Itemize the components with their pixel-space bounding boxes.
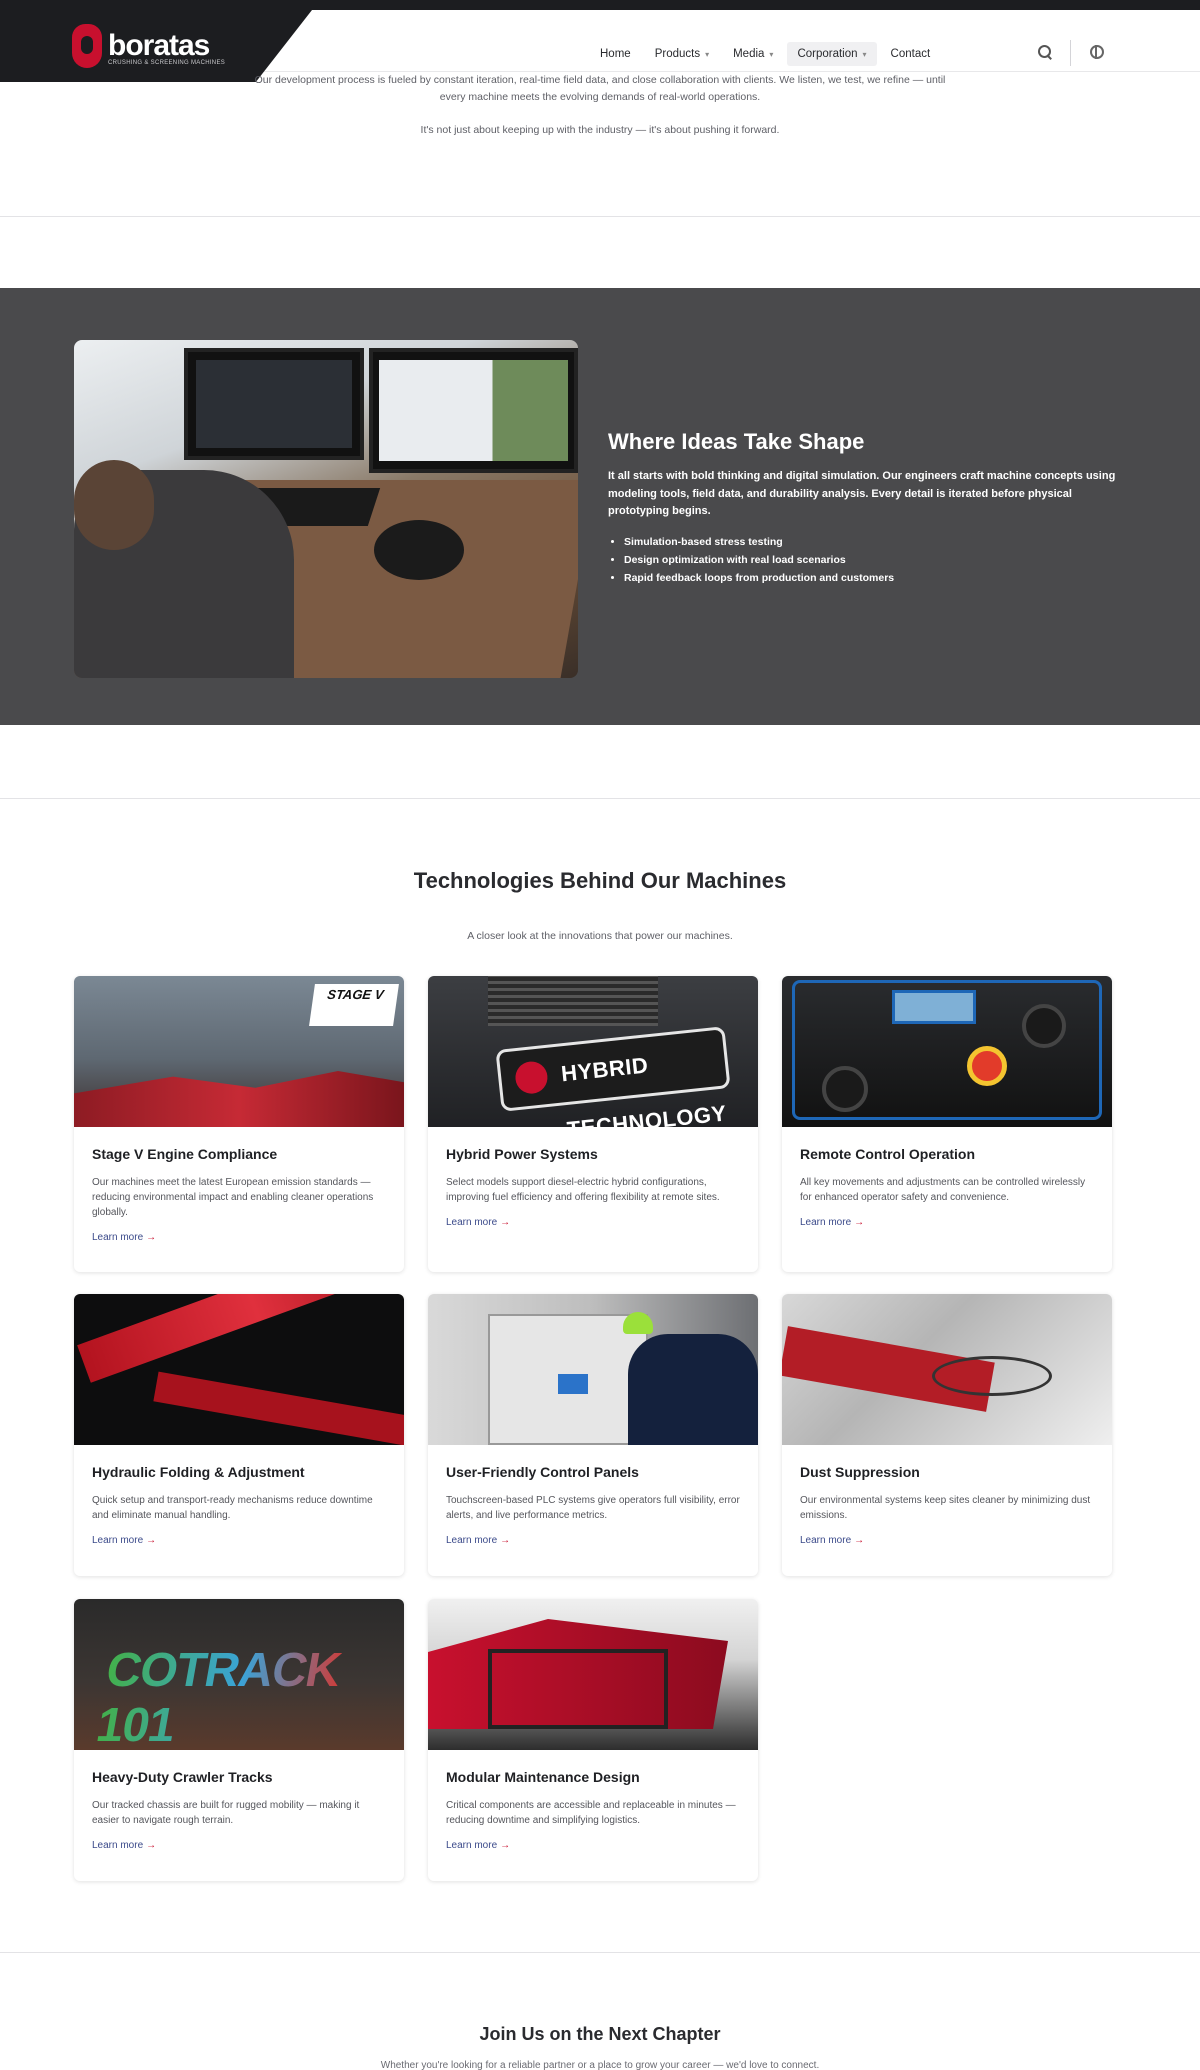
- globe-icon[interactable]: [1088, 43, 1106, 61]
- tech-card-control-panels[interactable]: User-Friendly Control Panels Touchscreen…: [428, 1294, 758, 1576]
- card-title: Modular Maintenance Design: [446, 1769, 640, 1785]
- nav-contact[interactable]: Contact: [881, 42, 941, 66]
- brand-name: boratas: [108, 29, 210, 62]
- learn-more-link[interactable]: Learn more →: [92, 1840, 386, 1851]
- arrow-right-icon: →: [854, 1217, 865, 1228]
- brand-tagline: CRUSHING & SCREENING MACHINES: [108, 60, 226, 66]
- hydraulic-folding-image: [74, 1294, 404, 1445]
- card-title: Dust Suppression: [800, 1464, 920, 1480]
- tech-card-hybrid[interactable]: HYBRID TECHNOLOGY Hybrid Power Systems S…: [428, 976, 758, 1272]
- chevron-down-icon: ▾: [769, 49, 774, 59]
- stage-v-badge: STAGE V: [309, 984, 399, 1026]
- card-description: All key movements and adjustments can be…: [800, 1177, 1086, 1203]
- tech-card-stage-v[interactable]: STAGE V Stage V Engine Compliance Our ma…: [74, 976, 404, 1272]
- search-icon[interactable]: [1036, 43, 1054, 61]
- list-item: Design optimization with real load scena…: [624, 551, 1128, 569]
- feature-band: Where Ideas Take Shape It all starts wit…: [0, 288, 1200, 725]
- chevron-down-icon: ▾: [862, 49, 867, 59]
- card-description: Our tracked chassis are built for rugged…: [92, 1800, 360, 1826]
- intro-tagline: It's not just about keeping up with the …: [420, 124, 780, 136]
- nav-media[interactable]: Media ▾: [723, 42, 783, 66]
- nav-label: Media: [733, 48, 765, 60]
- engineer-workstation-image: [74, 340, 578, 678]
- section-divider: [0, 216, 1200, 217]
- tech-card-tracks[interactable]: COTRACK 101 Heavy-Duty Crawler Tracks Ou…: [74, 1599, 404, 1881]
- learn-more-link[interactable]: Learn more →: [446, 1535, 740, 1546]
- card-title: Stage V Engine Compliance: [92, 1146, 278, 1162]
- card-description: Our machines meet the latest European em…: [92, 1177, 374, 1218]
- arrow-right-icon: →: [146, 1535, 157, 1546]
- card-title: Remote Control Operation: [800, 1146, 976, 1162]
- list-item: Rapid feedback loops from production and…: [624, 569, 1128, 587]
- card-title: User-Friendly Control Panels: [446, 1464, 639, 1480]
- logo-mark-icon: [72, 24, 102, 68]
- feature-list: Simulation-based stress testing Design o…: [608, 533, 1128, 587]
- cotrack-badge: COTRACK 101: [92, 1643, 404, 1750]
- feature-text: Where Ideas Take Shape It all starts wit…: [608, 428, 1128, 587]
- learn-more-link[interactable]: Learn more →: [800, 1217, 1094, 1228]
- control-panel-image: [428, 1294, 758, 1445]
- section-divider: [0, 1952, 1200, 1953]
- nav-label: Products: [654, 48, 701, 60]
- learn-more-link[interactable]: Learn more →: [92, 1535, 386, 1546]
- intro-section: Our development process is fueled by con…: [0, 72, 1200, 139]
- nav-label: Contact: [890, 48, 931, 60]
- nav-label: Home: [600, 48, 631, 60]
- arrow-right-icon: →: [854, 1535, 865, 1546]
- top-strip: [0, 0, 1200, 10]
- learn-more-link[interactable]: Learn more →: [446, 1840, 740, 1851]
- card-title: Heavy-Duty Crawler Tracks: [92, 1769, 273, 1785]
- nav-products[interactable]: Products ▾: [645, 42, 719, 66]
- list-item: Simulation-based stress testing: [624, 533, 1128, 551]
- hybrid-technology-image: HYBRID TECHNOLOGY: [428, 976, 758, 1127]
- card-description: Our environmental systems keep sites cle…: [800, 1495, 1091, 1521]
- arrow-right-icon: →: [500, 1217, 511, 1228]
- tech-card-dust[interactable]: Dust Suppression Our environmental syste…: [782, 1294, 1112, 1576]
- card-description: Critical components are accessible and r…: [446, 1800, 736, 1826]
- intro-paragraph: Our development process is fueled by con…: [254, 74, 946, 103]
- join-subtitle: Whether you're looking for a reliable pa…: [380, 2060, 820, 2070]
- card-description: Select models support diesel-electric hy…: [446, 1177, 720, 1203]
- section-divider: [0, 798, 1200, 799]
- arrow-right-icon: →: [500, 1840, 511, 1851]
- nav-divider: [1070, 40, 1071, 66]
- main-nav: Home Products ▾ Media ▾ Corporation ▾ Conta…: [590, 42, 944, 66]
- modular-maintenance-image: [428, 1599, 758, 1750]
- arrow-right-icon: →: [500, 1535, 511, 1546]
- nav-label: Corporation: [797, 48, 858, 60]
- nav-home[interactable]: Home: [590, 42, 641, 66]
- tech-card-modular[interactable]: Modular Maintenance Design Critical comp…: [428, 1599, 758, 1881]
- feature-description: It all starts with bold thinking and dig…: [608, 470, 1116, 517]
- tech-card-remote[interactable]: Remote Control Operation All key movemen…: [782, 976, 1112, 1272]
- card-title: Hybrid Power Systems: [446, 1146, 598, 1162]
- learn-more-link[interactable]: Learn more →: [92, 1232, 386, 1243]
- dust-suppression-image: [782, 1294, 1112, 1445]
- card-title: Hydraulic Folding & Adjustment: [92, 1464, 305, 1480]
- site-header: boratas CRUSHING & SCREENING MACHINES Ho…: [0, 10, 1200, 82]
- card-description: Quick setup and transport-ready mechanis…: [92, 1495, 373, 1521]
- tech-card-hydraulic[interactable]: Hydraulic Folding & Adjustment Quick set…: [74, 1294, 404, 1576]
- arrow-right-icon: →: [146, 1840, 157, 1851]
- arrow-right-icon: →: [146, 1232, 157, 1243]
- join-title: Join Us on the Next Chapter: [479, 2024, 721, 2044]
- section-title: Technologies Behind Our Machines: [413, 868, 787, 893]
- section-subtitle: A closer look at the innovations that po…: [467, 930, 733, 942]
- hybrid-badge: HYBRID TECHNOLOGY: [495, 1026, 731, 1127]
- learn-more-link[interactable]: Learn more →: [800, 1535, 1094, 1546]
- stage-v-machine-image: STAGE V: [74, 976, 404, 1127]
- learn-more-link[interactable]: Learn more →: [446, 1217, 740, 1228]
- card-description: Touchscreen-based PLC systems give opera…: [446, 1495, 740, 1521]
- feature-title: Where Ideas Take Shape: [608, 429, 865, 454]
- crawler-tracks-image: COTRACK 101: [74, 1599, 404, 1750]
- chevron-down-icon: ▾: [705, 49, 710, 59]
- nav-corporation[interactable]: Corporation ▾: [787, 42, 877, 66]
- remote-control-image: [782, 976, 1112, 1127]
